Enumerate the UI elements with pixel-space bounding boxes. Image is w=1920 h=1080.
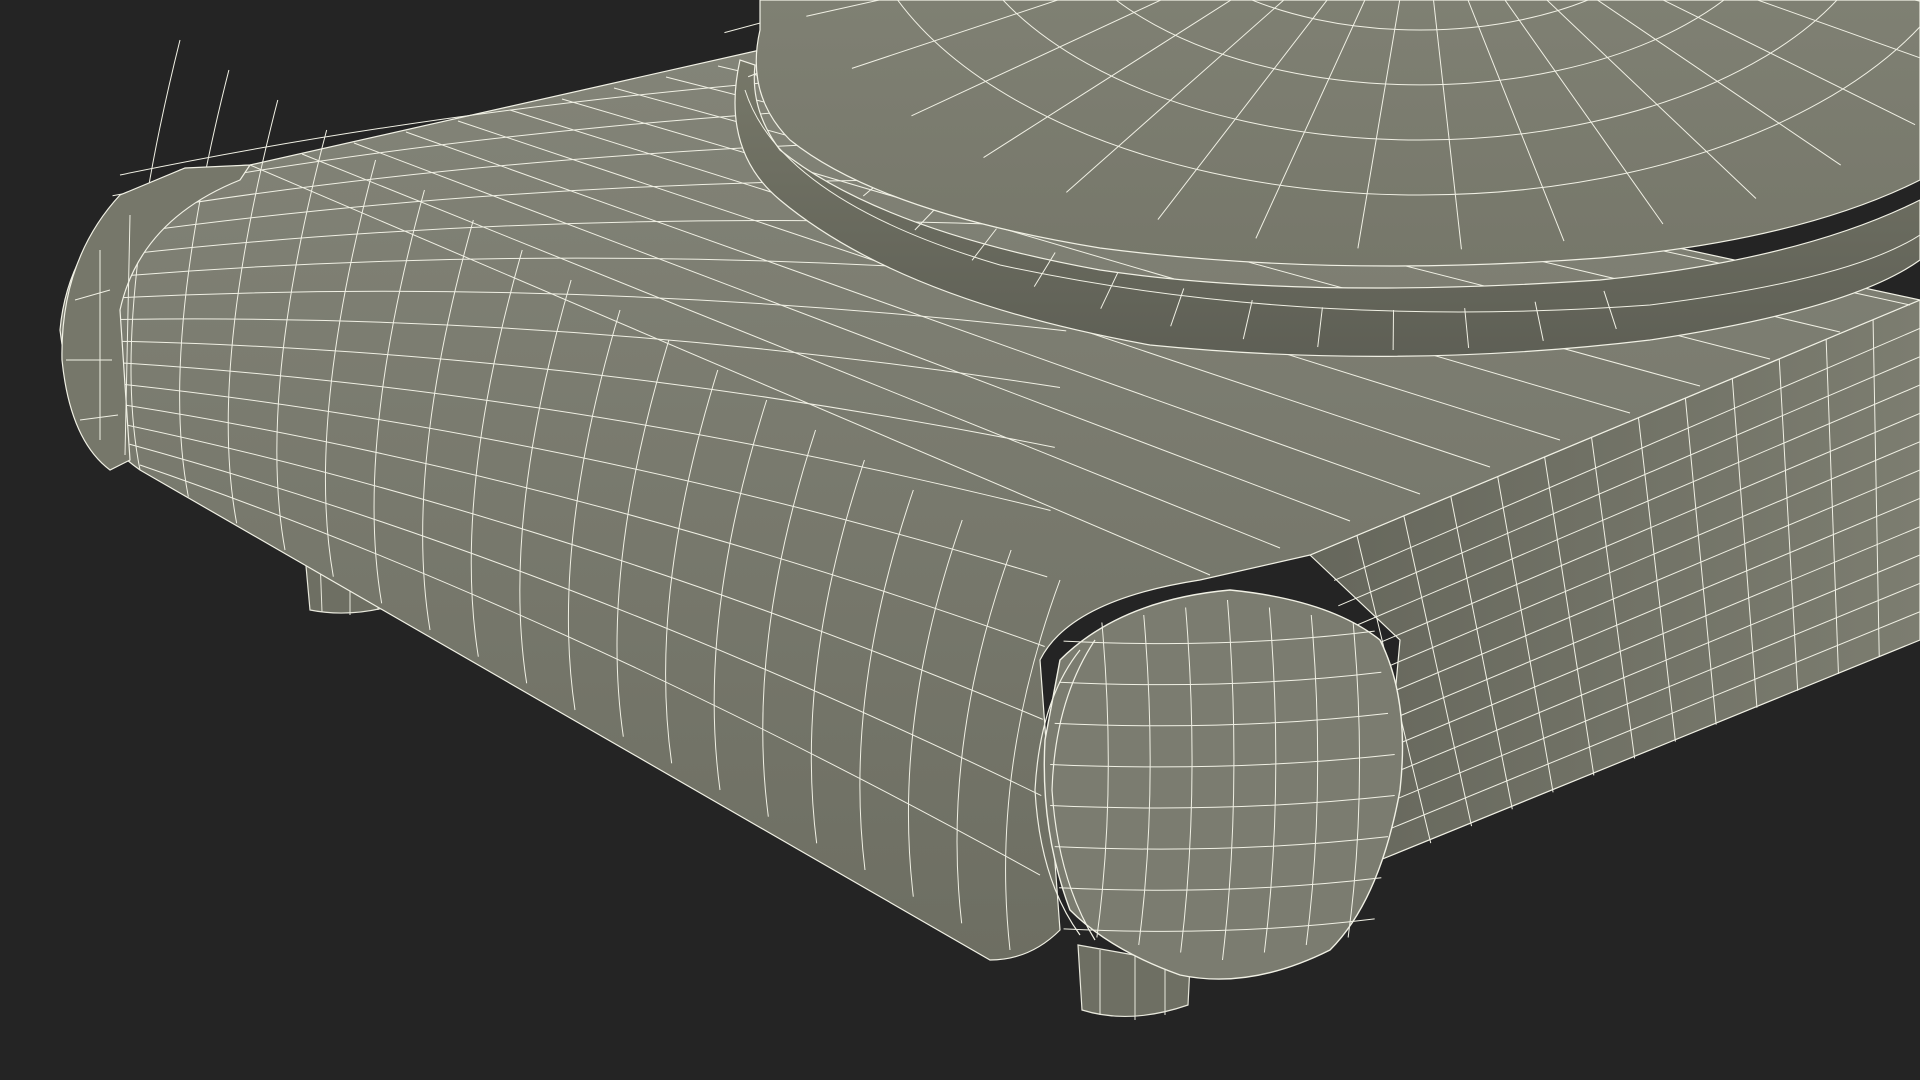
- render-viewport: [0, 0, 1920, 1080]
- wire-edge: [724, 21, 764, 34]
- right-end-cap: [1034, 589, 1404, 980]
- wireframe-render: [59, 0, 1920, 1020]
